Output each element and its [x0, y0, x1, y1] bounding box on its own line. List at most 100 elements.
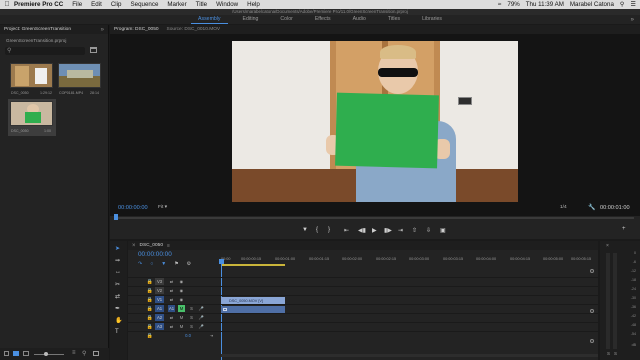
- go-to-out-icon[interactable]: ⇥: [398, 227, 403, 234]
- solo-button[interactable]: S: [188, 323, 195, 330]
- panel-menu-icon[interactable]: »: [101, 27, 104, 33]
- eye-icon[interactable]: ◉: [178, 278, 185, 285]
- mark-out-icon[interactable]: }: [328, 227, 330, 233]
- clock[interactable]: Thu 11:39 AM: [526, 1, 564, 8]
- track-select-icon[interactable]: ⇛: [115, 257, 120, 264]
- close-tab-icon[interactable]: ×: [132, 243, 136, 249]
- scroll-handle-bottom[interactable]: [590, 339, 594, 343]
- solo-button[interactable]: S: [188, 305, 195, 312]
- export-frame-icon[interactable]: ▣: [440, 227, 446, 234]
- menu-clip[interactable]: Clip: [111, 1, 122, 8]
- tab-sequence[interactable]: DSC_0050: [140, 243, 163, 248]
- sync-lock-icon[interactable]: ⇄: [168, 296, 175, 303]
- sync-lock-icon[interactable]: ⇄: [168, 287, 175, 294]
- workspace-audio[interactable]: Audio: [342, 15, 377, 24]
- track-lock-icon[interactable]: 🔒: [147, 332, 153, 339]
- scroll-handle-middle[interactable]: [590, 309, 594, 313]
- pen-tool-icon[interactable]: ✒: [115, 305, 120, 312]
- mark-in-icon[interactable]: {: [316, 227, 318, 233]
- workspace-assembly[interactable]: Assembly: [187, 15, 232, 24]
- meter-solo-left[interactable]: S: [607, 351, 610, 356]
- timeline-timecode[interactable]: 00:00:00:00: [138, 251, 172, 258]
- lock-icon[interactable]: [4, 351, 9, 356]
- clip-thumbnail-3[interactable]: [10, 101, 53, 126]
- type-tool-icon[interactable]: T: [115, 329, 119, 335]
- selection-tool-icon[interactable]: ➤: [115, 245, 120, 252]
- snap-icon[interactable]: ↷: [138, 261, 142, 267]
- menu-list-icon[interactable]: ☰: [630, 1, 636, 8]
- workspace-titles[interactable]: Titles: [377, 15, 411, 24]
- track-lock-icon[interactable]: 🔒: [147, 314, 153, 321]
- wrench-icon[interactable]: 🔧: [588, 204, 595, 211]
- track-label-a2[interactable]: A2: [155, 314, 164, 321]
- more-workspaces-icon[interactable]: »: [631, 17, 634, 23]
- menu-edit[interactable]: Edit: [91, 1, 102, 8]
- wifi-icon[interactable]: ≈: [498, 1, 501, 8]
- new-bin-icon[interactable]: [90, 47, 97, 53]
- slip-tool-icon[interactable]: ⇄: [115, 293, 120, 300]
- menu-sequence[interactable]: Sequence: [131, 1, 159, 8]
- lift-icon[interactable]: ⇧: [412, 227, 417, 234]
- wrench-settings-icon[interactable]: ⚙: [187, 261, 191, 267]
- tab-source[interactable]: Source: DSC_0010.MOV: [167, 27, 221, 32]
- time-ruler[interactable]: 00:00 00:00:00:15 00:00:01:00 00:00:01:1…: [221, 255, 598, 267]
- meter-solo-right[interactable]: S: [614, 351, 617, 356]
- marker-icon[interactable]: ⚑: [174, 261, 178, 267]
- close-meter-icon[interactable]: ×: [606, 243, 609, 249]
- zoom-slider-handle[interactable]: [44, 352, 48, 356]
- search-icon[interactable]: ⚲: [620, 1, 625, 8]
- playhead-icon[interactable]: [114, 214, 118, 220]
- mute-button[interactable]: M: [178, 305, 185, 312]
- icon-view-icon[interactable]: [23, 351, 29, 356]
- track-lock-icon[interactable]: 🔒: [147, 278, 153, 285]
- scrub-bar[interactable]: [116, 217, 634, 219]
- track-lock-icon[interactable]: 🔒: [147, 296, 153, 303]
- mic-icon[interactable]: 🎤: [198, 323, 205, 330]
- track-lock-icon[interactable]: 🔒: [147, 305, 153, 312]
- track-label-v2[interactable]: V2: [155, 287, 164, 294]
- search-bin-icon[interactable]: ⚲: [82, 350, 86, 357]
- list-view-icon[interactable]: [13, 351, 19, 356]
- sync-lock-icon[interactable]: ⇄: [168, 278, 175, 285]
- fit-dropdown[interactable]: Fit ▾: [158, 205, 167, 210]
- battery-status[interactable]: 79%: [507, 1, 519, 8]
- zoom-slider[interactable]: [34, 354, 64, 355]
- track-label-v3[interactable]: V3: [155, 278, 164, 285]
- sync-lock-icon[interactable]: ⇄: [168, 314, 175, 321]
- go-to-end-icon[interactable]: ⇥: [208, 332, 215, 339]
- horizontal-scrollbar[interactable]: [221, 354, 598, 357]
- step-back-icon[interactable]: ◀▮: [358, 227, 366, 234]
- menu-marker[interactable]: Marker: [167, 1, 186, 8]
- menu-window[interactable]: Window: [216, 1, 238, 8]
- play-icon[interactable]: ▶: [372, 227, 377, 234]
- sort-icon[interactable]: ≡: [72, 350, 76, 356]
- clip-thumbnail-2[interactable]: [58, 63, 101, 88]
- track-label-a1[interactable]: A1: [155, 305, 164, 312]
- go-to-in-icon[interactable]: ⇤: [344, 227, 349, 234]
- track-lock-icon[interactable]: 🔒: [147, 323, 153, 330]
- hand-tool-icon[interactable]: ✋: [115, 317, 122, 324]
- track-target-a1[interactable]: A1: [168, 305, 175, 312]
- linked-selection-icon[interactable]: ○: [150, 261, 153, 267]
- solo-button[interactable]: S: [188, 314, 195, 321]
- scroll-handle-top[interactable]: [590, 269, 594, 273]
- menu-file[interactable]: File: [72, 1, 82, 8]
- menu-help[interactable]: Help: [247, 1, 260, 8]
- playhead-handle-icon[interactable]: [219, 259, 224, 264]
- menu-title[interactable]: Title: [196, 1, 207, 8]
- mute-button[interactable]: M: [178, 323, 185, 330]
- extract-icon[interactable]: ⇩: [426, 227, 431, 234]
- razor-tool-icon[interactable]: ✂: [115, 281, 120, 288]
- mute-button[interactable]: M: [178, 314, 185, 321]
- master-volume[interactable]: 0.0: [182, 332, 194, 339]
- mic-icon[interactable]: 🎤: [198, 305, 205, 312]
- add-button-icon[interactable]: +: [622, 226, 626, 232]
- mic-icon[interactable]: 🎤: [198, 314, 205, 321]
- ripple-edit-icon[interactable]: ↔: [115, 269, 121, 275]
- step-forward-icon[interactable]: ▮▶: [384, 227, 392, 234]
- app-menu[interactable]: Premiere Pro CC: [14, 1, 63, 8]
- program-timecode[interactable]: 00:00:00:00: [118, 205, 148, 211]
- add-marker-timeline-icon[interactable]: ▼: [161, 261, 166, 267]
- eye-icon[interactable]: ◉: [178, 296, 185, 303]
- clip-thumbnail-1[interactable]: [10, 63, 53, 88]
